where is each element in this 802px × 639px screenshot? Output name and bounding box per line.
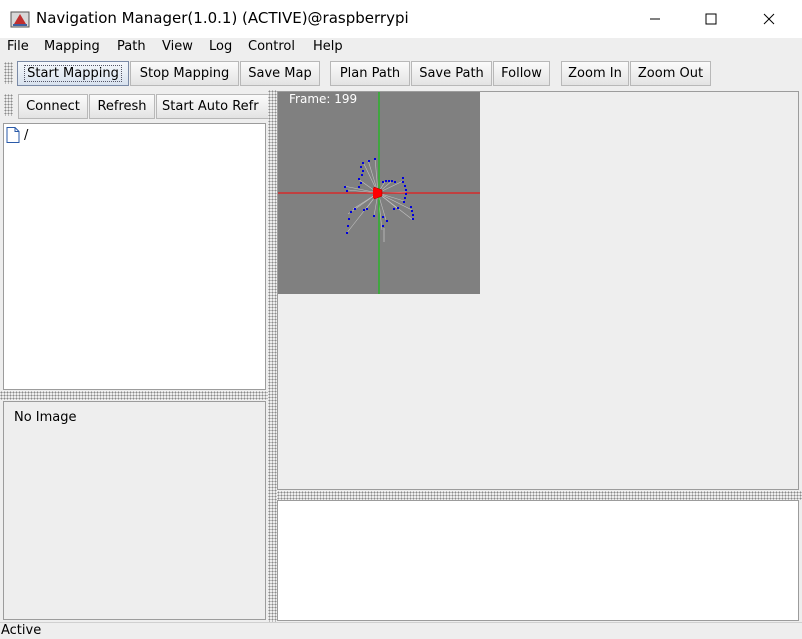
no-image-label: No Image [14,410,77,425]
tree-toolbar: Connect Refresh Start Auto Refr [0,92,268,120]
start-auto-refresh-button[interactable]: Start Auto Refr [156,94,268,119]
status-bar: Active [0,622,802,639]
zoom-out-button[interactable]: Zoom Out [630,61,711,86]
java-app-icon [10,9,30,29]
menu-mapping[interactable]: Mapping [44,39,100,54]
tree-toolbar-grip[interactable] [4,94,13,116]
save-path-button[interactable]: Save Path [411,61,492,86]
main-splitter[interactable] [268,90,277,622]
menu-bar: File Mapping Path View Log Control Help [0,38,802,58]
image-panel: No Image [3,401,266,620]
follow-button[interactable]: Follow [493,61,550,86]
minimize-button[interactable] [632,0,678,38]
tree-root-node[interactable]: / [24,128,28,143]
menu-log[interactable]: Log [209,39,232,54]
title-bar: Navigation Manager(1.0.1) (ACTIVE)@raspb… [0,0,802,38]
topic-tree-panel: / [3,123,266,390]
menu-path[interactable]: Path [117,39,146,54]
close-icon [763,13,775,25]
maximize-button[interactable] [688,0,734,38]
maximize-icon [705,13,717,25]
main-toolbar: Start Mapping Stop Mapping Save Map Plan… [0,58,802,88]
menu-file[interactable]: File [7,39,29,54]
start-mapping-label: Start Mapping [24,65,122,82]
plan-path-button[interactable]: Plan Path [330,61,410,86]
path-segment [383,228,385,242]
frame-counter: Frame: 199 [289,92,358,106]
refresh-button[interactable]: Refresh [89,94,155,119]
file-icon [6,127,20,143]
start-mapping-button[interactable]: Start Mapping [17,61,129,86]
connect-button[interactable]: Connect [18,94,88,119]
menu-control[interactable]: Control [248,39,295,54]
close-button[interactable] [746,0,792,38]
stop-mapping-button[interactable]: Stop Mapping [130,61,239,86]
left-splitter[interactable] [0,391,268,400]
window-title: Navigation Manager(1.0.1) (ACTIVE)@raspb… [36,9,409,27]
menu-help[interactable]: Help [313,39,343,54]
menu-view[interactable]: View [162,39,193,54]
toolbar-grip[interactable] [4,62,13,84]
log-panel[interactable] [277,500,799,621]
right-splitter[interactable] [277,491,802,500]
zoom-in-button[interactable]: Zoom In [561,61,629,86]
save-map-button[interactable]: Save Map [240,61,320,86]
status-text: Active [1,623,42,638]
map-panel: Frame: 199 [277,91,799,490]
minimize-icon [650,18,660,20]
map-canvas[interactable]: Frame: 199 [278,92,480,294]
